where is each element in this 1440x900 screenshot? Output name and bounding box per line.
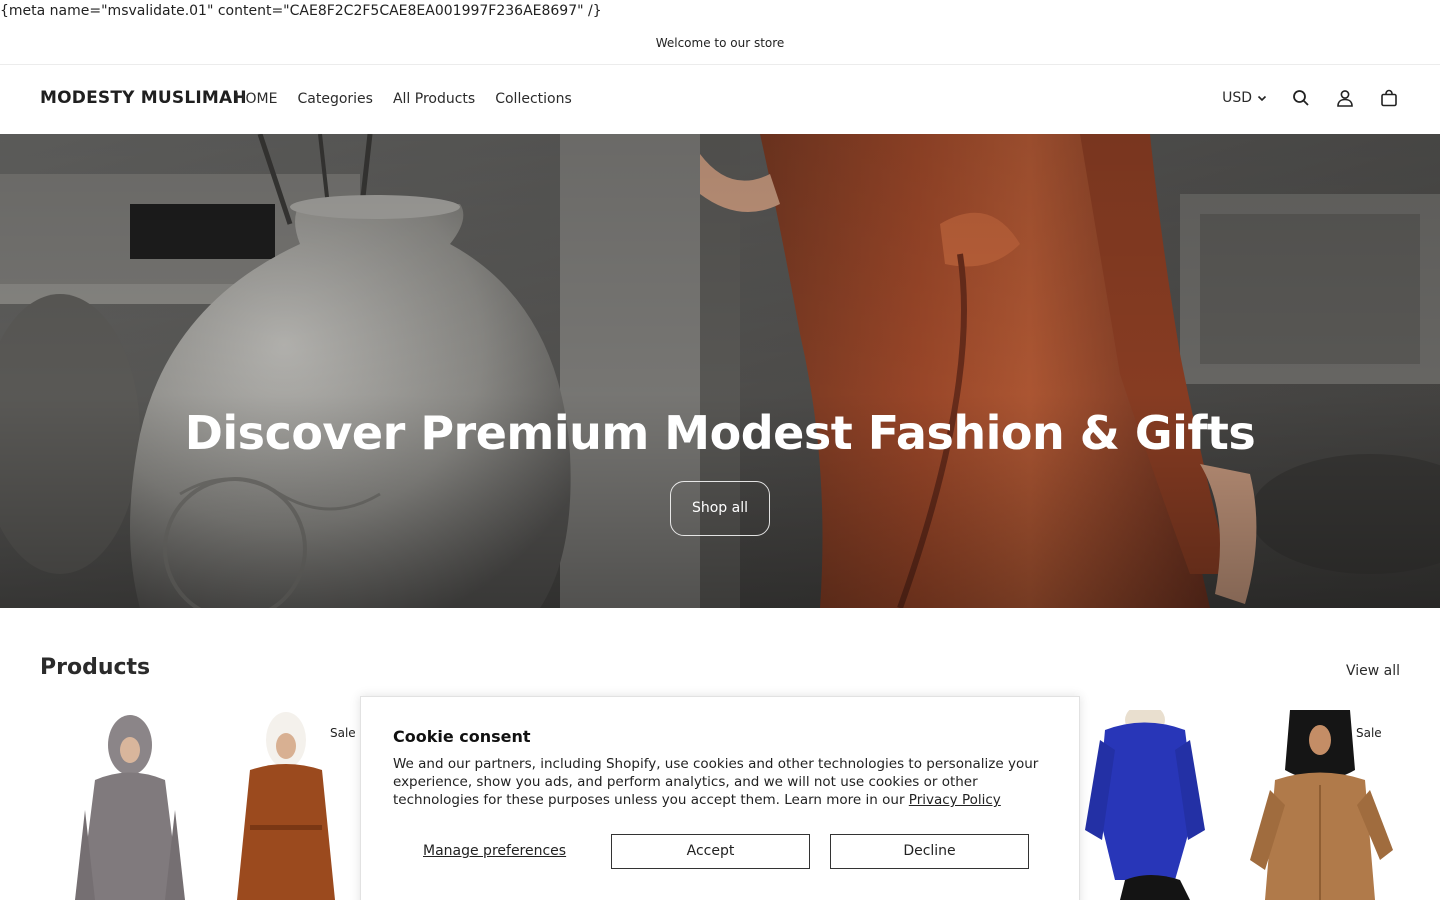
manage-preferences-link[interactable]: Manage preferences (423, 842, 566, 860)
accept-button[interactable]: Accept (611, 834, 810, 869)
announcement-bar: Welcome to our store (655, 36, 785, 50)
nav-all-products[interactable]: All Products (393, 89, 475, 109)
currency-label: USD (1222, 90, 1252, 106)
view-all-link[interactable]: View all (1346, 661, 1400, 681)
hero-title: Discover Premium Modest Fashion & Gifts (184, 406, 1256, 460)
product-image (1080, 710, 1230, 900)
product-card[interactable]: Sale (210, 710, 360, 900)
hero-background-image (0, 134, 1440, 608)
shop-all-button[interactable]: Shop all (670, 481, 770, 536)
cookie-description: We and our partners, including Shopify, … (393, 755, 1053, 809)
nav-home[interactable]: HOME (235, 89, 277, 109)
nav-categories[interactable]: Categories (297, 89, 372, 109)
product-card[interactable] (55, 710, 205, 900)
sale-badge: Sale (1356, 726, 1382, 740)
store-logo[interactable]: MODESTY MUSLIMAH (40, 87, 247, 109)
header-actions: USD (1222, 87, 1400, 109)
account-icon[interactable] (1334, 87, 1356, 109)
chevron-down-icon (1257, 95, 1267, 102)
product-image (55, 710, 205, 900)
decline-button[interactable]: Decline (830, 834, 1029, 869)
meta-tag-text: {meta name="msvalidate.01" content="CAE8… (0, 3, 602, 19)
main-nav: HOME Categories All Products Collections (235, 89, 572, 109)
product-card[interactable]: Sale (1245, 710, 1395, 900)
privacy-policy-link[interactable]: Privacy Policy (909, 792, 1001, 808)
cookie-title: Cookie consent (393, 727, 531, 746)
nav-collections[interactable]: Collections (495, 89, 572, 109)
site-header: MODESTY MUSLIMAH HOME Categories All Pro… (0, 65, 1440, 134)
products-heading: Products (40, 655, 151, 680)
sale-badge: Sale (330, 726, 356, 740)
currency-selector[interactable]: USD (1222, 88, 1268, 108)
product-card[interactable] (1080, 710, 1230, 900)
search-icon[interactable] (1290, 87, 1312, 109)
cookie-consent-dialog: Cookie consent We and our partners, incl… (360, 696, 1080, 900)
hero-banner: Discover Premium Modest Fashion & Gifts … (0, 134, 1440, 608)
cart-icon[interactable] (1378, 87, 1400, 109)
